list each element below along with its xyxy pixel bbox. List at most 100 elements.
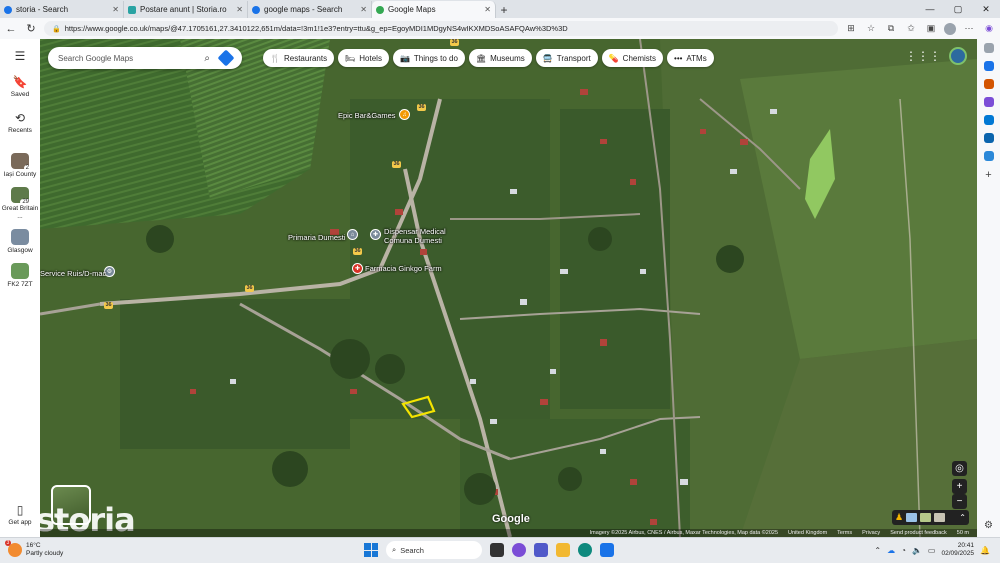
search-icon[interactable] [983, 43, 994, 53]
poi-service-label[interactable]: Service Ruis/D-mac [40, 269, 106, 278]
chip-hotels[interactable]: 🛏 Hotels [338, 49, 389, 67]
chip-museums[interactable]: 🏛 Museums [468, 49, 532, 67]
menu-button[interactable]: ☰ [0, 49, 40, 63]
close-window-icon[interactable]: ✕ [972, 0, 1000, 18]
chip-restaurants[interactable]: 🍴 Restaurants [263, 49, 335, 67]
system-clock[interactable]: 20:41 02/09/2025 [941, 542, 974, 558]
place-thumbnail: 29 [11, 187, 31, 205]
speaker-icon[interactable]: 🔈 [912, 546, 922, 555]
layer-thumbnail[interactable] [920, 513, 932, 522]
recents-button[interactable]: ⟲ Recents [0, 111, 40, 135]
send-icon[interactable] [983, 151, 994, 161]
tab-storia-post[interactable]: Postare anunt | Storia.ro ✕ [124, 1, 248, 18]
minimize-icon[interactable]: — [916, 0, 944, 18]
url-field[interactable]: 🔒 https://www.google.co.uk/maps/@47.1705… [44, 21, 838, 36]
refresh-icon[interactable]: ↻ [24, 22, 38, 35]
windows-start-icon[interactable] [364, 543, 378, 557]
pharmacy-pin-icon[interactable]: ✚ [352, 263, 363, 274]
tab-google-maps[interactable]: Google Maps ✕ [372, 1, 496, 18]
wifi-icon[interactable]: ◔ [901, 546, 906, 555]
saved-button[interactable]: 🔖 Saved [0, 75, 40, 99]
recent-place-fk2[interactable]: FK2 7ZT [0, 263, 40, 289]
storia-icon [128, 5, 136, 14]
games-icon[interactable] [983, 97, 994, 107]
grid-icon[interactable]: ⊞ [844, 23, 858, 34]
chevron-up-icon[interactable]: ⌃ [874, 546, 881, 555]
google-apps-icon[interactable]: ⋮⋮⋮ [905, 49, 941, 63]
recent-place-iasi[interactable]: 2 Iași County [0, 153, 40, 179]
chip-transport[interactable]: 🚍 Transport [535, 49, 598, 67]
tools-icon[interactable] [983, 79, 994, 89]
road-number-badge: 36 [417, 104, 427, 111]
settings-icon[interactable]: ⚙ [984, 520, 993, 531]
pegman-icon[interactable]: ♟ [895, 512, 903, 523]
chip-things-to-do[interactable]: 📷 Things to do [392, 49, 465, 67]
copilot-icon[interactable]: ◉ [982, 23, 996, 34]
poi-bar-label[interactable]: Epic Bar&Games [338, 111, 396, 120]
recent-place-glasgow[interactable]: Glasgow [0, 229, 40, 255]
add-icon[interactable]: + [985, 169, 991, 181]
weather-widget[interactable]: 3 16°C Partly cloudy [5, 540, 63, 558]
my-location-icon[interactable]: ◎ [952, 461, 967, 476]
back-icon[interactable]: ← [4, 23, 18, 35]
new-tab-icon[interactable]: + [496, 2, 512, 18]
chip-atms[interactable]: ••• ATMs [667, 49, 714, 67]
collections-icon[interactable]: ▣ [924, 23, 938, 34]
more-menu-icon[interactable]: ⋯ [962, 23, 976, 34]
close-icon[interactable]: ✕ [484, 5, 491, 14]
shopping-icon[interactable] [983, 61, 994, 71]
map-search-box[interactable]: Search Google Maps ⌕ [48, 47, 242, 69]
get-app-button[interactable]: ▯ Get app [0, 503, 40, 527]
poi-primaria-label[interactable]: Primaria Dumesti [288, 233, 346, 242]
teams-icon[interactable] [534, 543, 548, 557]
bar-pin-icon[interactable]: ♫ [399, 109, 410, 120]
scale-label[interactable]: 50 m [957, 530, 969, 536]
copilot-icon[interactable] [512, 543, 526, 557]
chip-label: Restaurants [283, 53, 328, 63]
tab-google-maps-search[interactable]: google maps - Search ✕ [248, 1, 372, 18]
battery-icon[interactable]: ▭ [928, 546, 936, 555]
outlook-icon[interactable] [983, 133, 994, 143]
feedback-link[interactable]: Send product feedback [890, 530, 947, 536]
medical-pin-icon[interactable]: ✚ [370, 229, 381, 240]
close-icon[interactable]: ✕ [360, 5, 367, 14]
poi-dispensar-label[interactable]: Dispensar Medical Comuna Dumesti [384, 227, 454, 245]
taskbar-search[interactable]: ⌕ Search [386, 541, 482, 559]
chip-chemists[interactable]: 💊 Chemists [601, 49, 664, 67]
zoom-in-button[interactable]: + [952, 479, 967, 494]
region-link[interactable]: United Kingdom [788, 530, 827, 536]
microsoft365-icon[interactable] [983, 115, 994, 125]
tab-storia-search[interactable]: storia - Search ✕ [0, 1, 124, 18]
privacy-link[interactable]: Privacy [862, 530, 880, 536]
extensions-icon[interactable]: ⧉ [884, 23, 898, 34]
onedrive-icon[interactable]: ☁ [887, 546, 895, 555]
map-layers-strip: ♟ ⌃ [892, 510, 969, 525]
favorites-icon[interactable]: ✩ [904, 23, 918, 34]
place-label: Glasgow [7, 247, 33, 254]
file-explorer-icon[interactable] [556, 543, 570, 557]
close-icon[interactable]: ✕ [112, 5, 119, 14]
close-icon[interactable]: ✕ [236, 5, 243, 14]
store-icon[interactable] [600, 543, 614, 557]
notification-bell-icon[interactable]: 🔔 [980, 546, 990, 555]
task-view-icon[interactable] [490, 543, 504, 557]
poi-farmacia-label[interactable]: Farmacia Ginkgo Farm [365, 264, 442, 273]
place-badge: 2 [23, 165, 31, 171]
townhall-pin-icon[interactable]: ⌂ [347, 229, 358, 240]
expand-up-icon[interactable]: ⌃ [959, 513, 966, 522]
map-canvas[interactable]: Search Google Maps ⌕ 🍴 Restaurants 🛏 Hotel… [40, 39, 977, 537]
maximize-icon[interactable]: ▢ [944, 0, 972, 18]
profile-avatar[interactable] [944, 22, 956, 35]
recents-label: Recents [8, 127, 32, 134]
layer-thumbnail[interactable] [934, 513, 946, 522]
account-avatar[interactable] [949, 47, 967, 65]
search-icon[interactable]: ⌕ [204, 53, 210, 64]
recent-place-great-britain[interactable]: 29 Great Britain ... [0, 187, 40, 221]
directions-icon[interactable] [217, 49, 235, 67]
terms-link[interactable]: Terms [837, 530, 852, 536]
restaurant-icon: 🍴 [270, 53, 280, 63]
edge-icon[interactable] [578, 543, 592, 557]
zoom-out-button[interactable]: − [952, 494, 967, 509]
layer-thumbnail[interactable] [906, 513, 918, 522]
favorite-star-icon[interactable]: ☆ [864, 23, 878, 34]
